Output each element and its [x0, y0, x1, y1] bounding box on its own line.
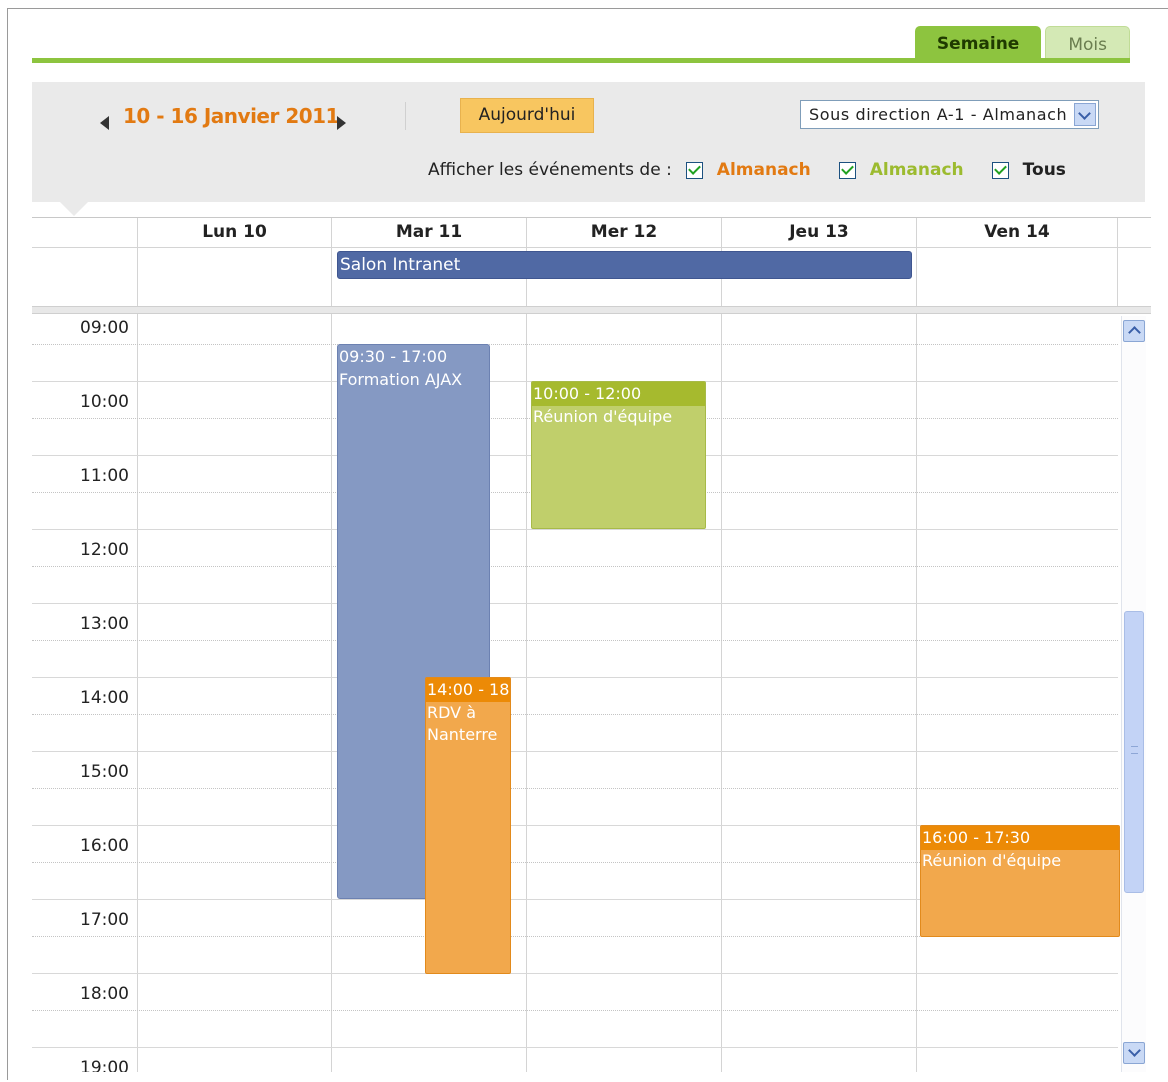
event-reunion-equipe-wed[interactable]: 10:00 - 12:00 Réunion d'équipe [531, 381, 706, 529]
filter-label-almanach-orange: Almanach [716, 160, 811, 180]
event-filters: Afficher les événements de : Almanach Al… [428, 160, 1066, 180]
today-button[interactable]: Aujourd'hui [460, 98, 594, 133]
half-hour-line [32, 788, 1118, 789]
hour-line [32, 529, 1118, 530]
grid-line [331, 218, 332, 1072]
tab-week[interactable]: Semaine [914, 26, 1042, 62]
event-rdv-nanterre[interactable]: 14:00 - 18 RDV à Nanterre [425, 677, 511, 974]
event-time: 16:00 - 17:30 [921, 826, 1119, 850]
half-hour-line [32, 344, 1118, 345]
hour-label: 13:00 [80, 614, 129, 634]
day-header-wed[interactable]: Mer 12 [527, 218, 721, 247]
calendar-toolbar: 10 - 16 Janvier 2011 Aujourd'hui Sous di… [32, 82, 1145, 202]
grid-line [137, 218, 138, 1072]
hour-label: 12:00 [80, 540, 129, 560]
hour-line [32, 751, 1118, 752]
filter-label-all: Tous [1022, 160, 1066, 180]
hour-line [32, 603, 1118, 604]
hour-label: 10:00 [80, 392, 129, 412]
grid-line [721, 218, 722, 1072]
all-day-separator [32, 306, 1151, 314]
grid-line [1117, 218, 1118, 306]
scrollbar-thumb[interactable] [1124, 611, 1144, 893]
half-hour-line [32, 640, 1118, 641]
filter-checkbox-almanach-orange[interactable] [685, 161, 703, 179]
hour-label: 17:00 [80, 910, 129, 930]
hour-line [32, 677, 1118, 678]
event-title: RDV à Nanterre [427, 703, 498, 744]
filter-checkbox-all[interactable] [991, 161, 1009, 179]
all-day-event[interactable]: Salon Intranet [337, 251, 912, 279]
day-header-tue[interactable]: Mar 11 [332, 218, 526, 247]
toolbar-pointer [60, 202, 88, 216]
scroll-up-icon[interactable] [1123, 320, 1145, 342]
date-range-title[interactable]: 10 - 16 Janvier 2011 [123, 104, 339, 128]
hour-label: 19:00 [80, 1058, 129, 1072]
hour-line [32, 1047, 1118, 1048]
filter-label: Afficher les événements de : [428, 160, 672, 180]
event-time: 10:00 - 12:00 [532, 382, 705, 406]
header-divider [32, 247, 1151, 248]
event-time: 14:00 - 18 [426, 678, 510, 702]
filter-label-almanach-green: Almanach [869, 160, 964, 180]
day-header-mon[interactable]: Lun 10 [138, 218, 331, 247]
hour-label: 15:00 [80, 762, 129, 782]
hour-label: 18:00 [80, 984, 129, 1004]
week-grid: Lun 10 Mar 11 Mer 12 Jeu 13 Ven 14 Salon… [32, 217, 1151, 1072]
next-week-icon[interactable] [337, 116, 346, 130]
event-title: Formation AJAX [339, 370, 463, 389]
hour-label: 09:00 [80, 318, 129, 338]
event-reunion-equipe-fri[interactable]: 16:00 - 17:30 Réunion d'équipe [920, 825, 1120, 937]
event-title: Réunion d'équipe [922, 851, 1062, 870]
hour-label: 16:00 [80, 836, 129, 856]
day-header-fri[interactable]: Ven 14 [917, 218, 1117, 247]
view-tabs: Semaine Mois [914, 26, 1130, 63]
grid-line [916, 218, 917, 1072]
event-title: Réunion d'équipe [533, 407, 673, 426]
day-header-thu[interactable]: Jeu 13 [722, 218, 916, 247]
half-hour-line [32, 1010, 1118, 1011]
chevron-down-icon[interactable] [1074, 103, 1096, 126]
hour-label: 11:00 [80, 466, 129, 486]
half-hour-line [32, 714, 1118, 715]
previous-week-icon[interactable] [100, 116, 109, 130]
scroll-down-icon[interactable] [1123, 1042, 1145, 1064]
event-time: 09:30 - 17:00 [339, 347, 448, 366]
grid-line [526, 218, 527, 1072]
hour-line [32, 973, 1118, 974]
hour-label: 14:00 [80, 688, 129, 708]
filter-checkbox-almanach-green[interactable] [838, 161, 856, 179]
vertical-scrollbar[interactable] [1121, 316, 1146, 1072]
half-hour-line [32, 566, 1118, 567]
toolbar-divider [405, 102, 406, 130]
calendar-select-value: Sous direction A-1 - Almanach [809, 105, 1068, 124]
tab-underline [32, 58, 1130, 63]
calendar-select[interactable]: Sous direction A-1 - Almanach [800, 100, 1099, 129]
